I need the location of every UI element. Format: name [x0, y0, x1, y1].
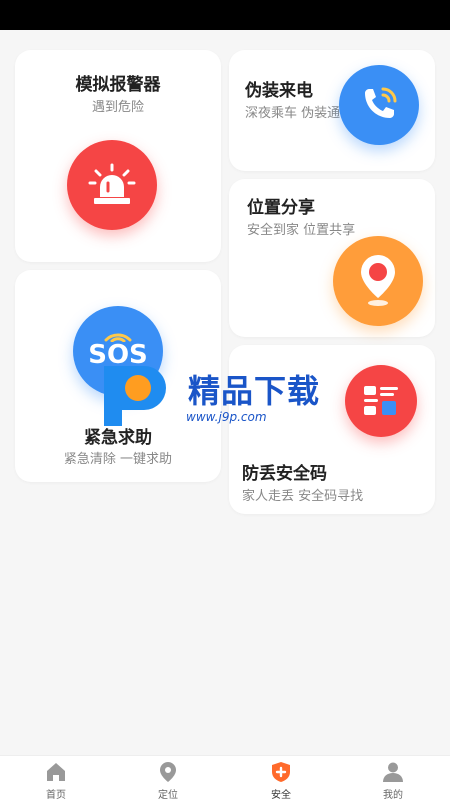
nav-label-location: 定位 [158, 790, 178, 800]
location-share-title: 位置分享 [247, 198, 315, 218]
location-icon [160, 762, 176, 782]
nav-label-home: 首页 [46, 790, 66, 800]
nav-item-home[interactable]: 首页 [0, 756, 112, 800]
map-pin-icon [333, 236, 423, 326]
anti-lost-title: 防丢安全码 [242, 464, 327, 484]
sos-subtitle: 紧急清除 一键求助 [63, 452, 173, 467]
fake-call-title: 伪装来电 [245, 81, 313, 101]
qr-code-icon [345, 365, 417, 437]
location-share-card[interactable]: 位置分享 安全到家 位置共享 [229, 179, 435, 337]
anti-lost-subtitle: 家人走丢 安全码寻找 [242, 489, 364, 504]
phone-call-icon [339, 65, 419, 145]
watermark: 精品下载 www.j9p.com [98, 362, 353, 428]
status-bar [0, 0, 450, 30]
nav-item-safety[interactable]: 安全 [225, 756, 337, 800]
bottom-nav: 首页 定位 安全 我的 [0, 755, 450, 800]
nav-label-safety: 安全 [271, 790, 291, 800]
watermark-url: www.j9p.com [186, 410, 267, 424]
alarm-subtitle: 遇到危险 [91, 100, 144, 115]
nav-label-profile: 我的 [383, 790, 403, 800]
siren-icon [67, 140, 157, 230]
watermark-logo-icon [104, 366, 166, 426]
watermark-text: 精品下载 [188, 372, 321, 410]
fake-call-subtitle: 深夜乘车 伪装通 [245, 106, 341, 121]
location-share-subtitle: 安全到家 位置共享 [247, 223, 356, 238]
home-icon [47, 763, 65, 781]
nav-item-profile[interactable]: 我的 [337, 756, 449, 800]
nav-item-location[interactable]: 定位 [112, 756, 224, 800]
person-icon [383, 762, 403, 782]
shield-plus-icon [272, 762, 290, 782]
fake-call-card[interactable]: 伪装来电 深夜乘车 伪装通 [229, 50, 435, 171]
alarm-card[interactable]: 模拟报警器 遇到危险 [15, 50, 221, 262]
alarm-title: 模拟报警器 [75, 75, 161, 95]
